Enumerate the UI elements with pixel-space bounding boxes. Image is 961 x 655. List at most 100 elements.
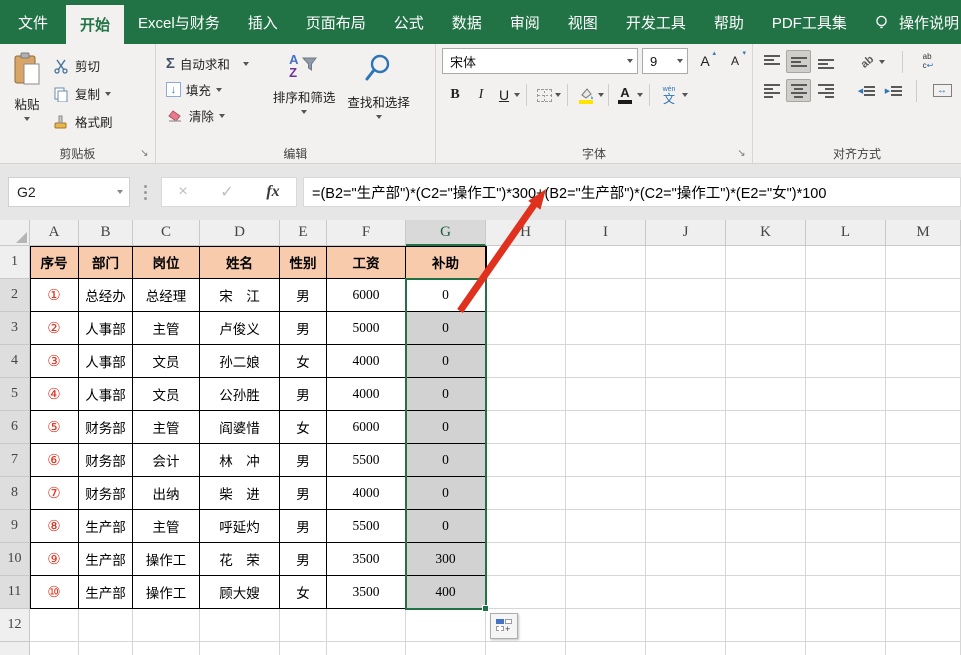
cell-A12[interactable] bbox=[30, 609, 79, 642]
align-right-button[interactable] bbox=[813, 79, 838, 102]
find-select-dropdown[interactable] bbox=[376, 115, 382, 119]
fill-color-button[interactable] bbox=[574, 82, 598, 108]
cell-C3[interactable]: 主管 bbox=[133, 312, 200, 345]
cell-K7[interactable] bbox=[726, 444, 806, 477]
cell-A11[interactable]: ⑩ bbox=[30, 576, 79, 609]
cell-D2[interactable]: 宋 江 bbox=[200, 279, 280, 312]
cell-M3[interactable] bbox=[886, 312, 961, 345]
fill-button[interactable]: ↓ 填充 bbox=[162, 78, 253, 101]
tab-home[interactable]: 开始 bbox=[66, 5, 124, 44]
cell-C12[interactable] bbox=[133, 609, 200, 642]
cell-D11[interactable]: 顾大嫂 bbox=[200, 576, 280, 609]
cell-C1[interactable]: 岗位 bbox=[133, 246, 200, 279]
cell-C6[interactable]: 主管 bbox=[133, 411, 200, 444]
cell-G9[interactable]: 0 bbox=[406, 510, 486, 543]
cell-E7[interactable]: 男 bbox=[280, 444, 327, 477]
cell-K1[interactable] bbox=[726, 246, 806, 279]
cell-G4[interactable]: 0 bbox=[406, 345, 486, 378]
cell-B11[interactable]: 生产部 bbox=[79, 576, 133, 609]
align-bottom-button[interactable] bbox=[813, 50, 838, 73]
font-name-combo[interactable]: 宋体 bbox=[442, 48, 638, 74]
cell-A2[interactable]: ① bbox=[30, 279, 79, 312]
cell-B9[interactable]: 生产部 bbox=[79, 510, 133, 543]
cell-H5[interactable] bbox=[486, 378, 566, 411]
clear-dropdown[interactable] bbox=[219, 114, 225, 118]
cell-H13[interactable] bbox=[486, 642, 566, 655]
cell-K5[interactable] bbox=[726, 378, 806, 411]
cell-L13[interactable] bbox=[806, 642, 886, 655]
cell-D1[interactable]: 姓名 bbox=[200, 246, 280, 279]
cell-I7[interactable] bbox=[566, 444, 646, 477]
cell-J4[interactable] bbox=[646, 345, 726, 378]
col-header-C[interactable]: C bbox=[133, 220, 200, 246]
cell-E13[interactable] bbox=[280, 642, 327, 655]
cell-K13[interactable] bbox=[726, 642, 806, 655]
cell-L3[interactable] bbox=[806, 312, 886, 345]
col-header-I[interactable]: I bbox=[566, 220, 646, 246]
cell-H11[interactable] bbox=[486, 576, 566, 609]
grow-font-button[interactable]: A bbox=[692, 48, 718, 74]
cell-K6[interactable] bbox=[726, 411, 806, 444]
cell-I13[interactable] bbox=[566, 642, 646, 655]
row-header-4[interactable]: 4 bbox=[0, 345, 30, 378]
find-select-button[interactable]: 查找和选择 bbox=[341, 48, 416, 143]
cell-H8[interactable] bbox=[486, 477, 566, 510]
formula-bar-grip[interactable] bbox=[144, 191, 147, 194]
font-dialog-launcher[interactable] bbox=[735, 147, 748, 160]
row-header-8[interactable]: 8 bbox=[0, 477, 30, 510]
tab-view[interactable]: 视图 bbox=[554, 0, 612, 44]
tab-developer[interactable]: 开发工具 bbox=[612, 0, 700, 44]
paste-dropdown[interactable] bbox=[24, 117, 30, 121]
cell-D7[interactable]: 林 冲 bbox=[200, 444, 280, 477]
cell-D3[interactable]: 卢俊义 bbox=[200, 312, 280, 345]
cell-I5[interactable] bbox=[566, 378, 646, 411]
sort-filter-dropdown[interactable] bbox=[301, 110, 307, 114]
col-header-D[interactable]: D bbox=[200, 220, 280, 246]
cell-B12[interactable] bbox=[79, 609, 133, 642]
cell-I3[interactable] bbox=[566, 312, 646, 345]
cell-G8[interactable]: 0 bbox=[406, 477, 486, 510]
copy-dropdown[interactable] bbox=[105, 92, 111, 96]
cell-A7[interactable]: ⑥ bbox=[30, 444, 79, 477]
cell-M1[interactable] bbox=[886, 246, 961, 279]
cell-L4[interactable] bbox=[806, 345, 886, 378]
cell-K8[interactable] bbox=[726, 477, 806, 510]
cell-G12[interactable] bbox=[406, 609, 486, 642]
cell-K3[interactable] bbox=[726, 312, 806, 345]
underline-button[interactable]: U bbox=[494, 82, 514, 108]
cell-B13[interactable] bbox=[79, 642, 133, 655]
tab-help[interactable]: 帮助 bbox=[700, 0, 758, 44]
cell-F11[interactable]: 3500 bbox=[327, 576, 406, 609]
cell-G6[interactable]: 0 bbox=[406, 411, 486, 444]
align-top-button[interactable] bbox=[759, 50, 784, 73]
cell-A9[interactable]: ⑧ bbox=[30, 510, 79, 543]
cell-K2[interactable] bbox=[726, 279, 806, 312]
col-header-A[interactable]: A bbox=[30, 220, 79, 246]
cell-K10[interactable] bbox=[726, 543, 806, 576]
cell-A10[interactable]: ⑨ bbox=[30, 543, 79, 576]
cell-G1[interactable]: 补助 bbox=[406, 246, 486, 279]
cell-L8[interactable] bbox=[806, 477, 886, 510]
cell-D10[interactable]: 花 荣 bbox=[200, 543, 280, 576]
cell-I2[interactable] bbox=[566, 279, 646, 312]
row-header-11[interactable]: 11 bbox=[0, 576, 30, 609]
merge-center-button[interactable]: ↔ bbox=[927, 79, 957, 102]
cell-F7[interactable]: 5500 bbox=[327, 444, 406, 477]
cell-L12[interactable] bbox=[806, 609, 886, 642]
align-left-button[interactable] bbox=[759, 79, 784, 102]
cancel-icon[interactable]: × bbox=[178, 183, 187, 201]
col-header-G[interactable]: G bbox=[406, 220, 486, 246]
cell-L7[interactable] bbox=[806, 444, 886, 477]
cell-J13[interactable] bbox=[646, 642, 726, 655]
cell-L1[interactable] bbox=[806, 246, 886, 279]
phonetic-button[interactable]: wén 文 bbox=[656, 82, 682, 108]
autofill-options-button[interactable]: + bbox=[490, 613, 518, 639]
cell-F6[interactable]: 6000 bbox=[327, 411, 406, 444]
cell-B1[interactable]: 部门 bbox=[79, 246, 133, 279]
cell-K12[interactable] bbox=[726, 609, 806, 642]
autosum-dropdown[interactable] bbox=[243, 62, 249, 66]
cell-H9[interactable] bbox=[486, 510, 566, 543]
cell-H2[interactable] bbox=[486, 279, 566, 312]
cell-L5[interactable] bbox=[806, 378, 886, 411]
cell-M9[interactable] bbox=[886, 510, 961, 543]
